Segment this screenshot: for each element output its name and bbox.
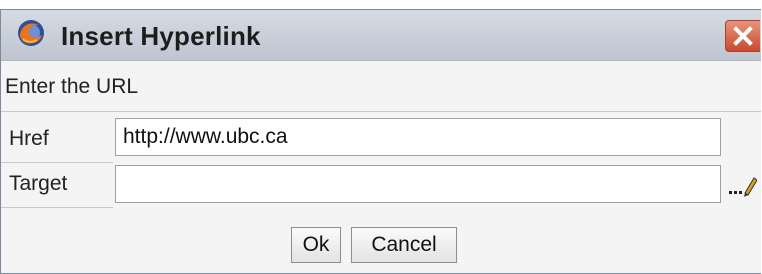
target-input[interactable]	[115, 165, 721, 203]
target-picker-button[interactable]	[729, 174, 758, 198]
cancel-button[interactable]: Cancel	[351, 227, 457, 263]
url-heading: Enter the URL	[5, 75, 139, 98]
divider	[1, 207, 113, 208]
href-input[interactable]	[115, 118, 721, 156]
dialog-title: Insert Hyperlink	[61, 21, 261, 51]
close-icon	[733, 26, 753, 46]
insert-hyperlink-dialog: Insert Hyperlink Enter the URL Href Targ…	[0, 9, 761, 274]
ellipsis-pencil-icon	[729, 177, 758, 197]
close-button[interactable]	[725, 20, 760, 52]
title-bar[interactable]: Insert Hyperlink	[1, 10, 761, 61]
target-label: Target	[9, 172, 68, 195]
divider	[1, 162, 113, 163]
ok-button[interactable]: Ok	[291, 227, 341, 263]
dialog-content: Enter the URL Href Target Ok Cancel	[1, 61, 761, 273]
href-label: Href	[9, 127, 49, 150]
firefox-icon	[18, 20, 44, 46]
divider	[1, 111, 761, 112]
